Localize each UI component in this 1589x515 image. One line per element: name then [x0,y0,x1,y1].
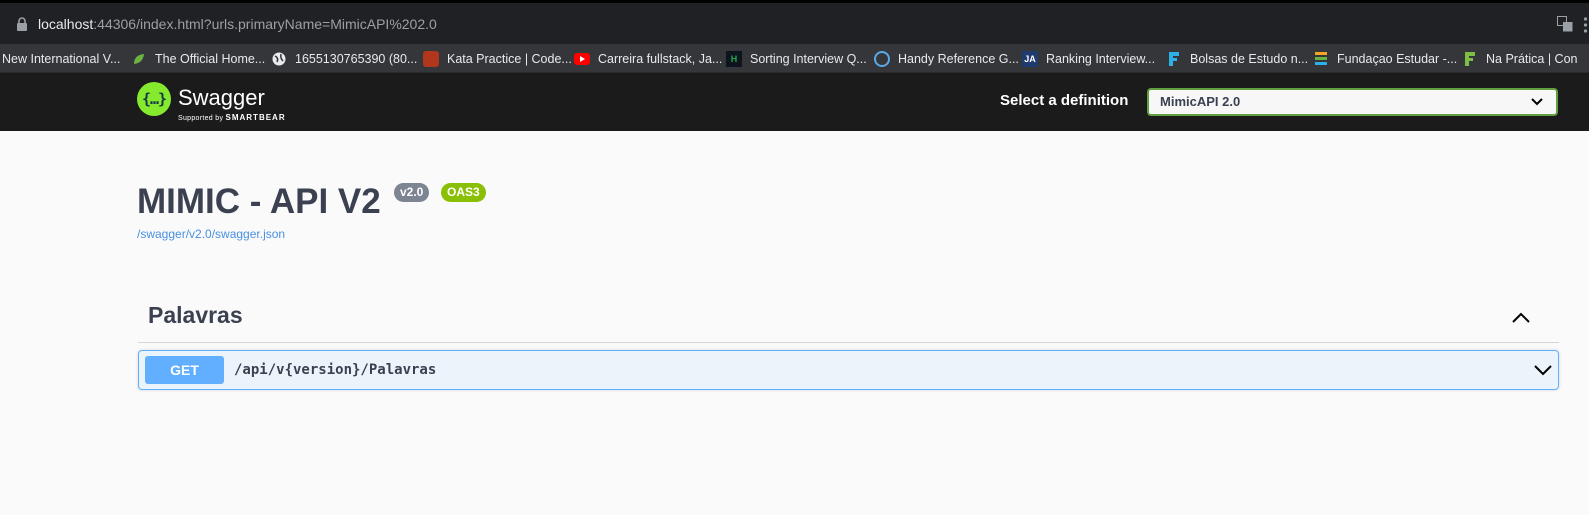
operation-path: /api/v{version}/Palavras [234,362,437,378]
http-method-badge: GET [145,356,224,384]
bookmark-label: New International V... [2,51,121,66]
bookmark-item[interactable]: Bolsas de Estudo n... [1166,44,1308,73]
spec-url-link[interactable]: /swagger/v2.0/swagger.json [137,227,285,241]
bookmark-item[interactable]: 1655130765390 (80... [271,44,417,73]
bookmark-item[interactable]: JA Ranking Interview... [1022,44,1155,73]
bookmarks-bar: New International V... The Official Home.… [0,44,1589,73]
bookmark-label: Na Prática | Con [1486,51,1578,66]
bookmark-item[interactable]: Carreira fullstack, Ja... [574,44,722,73]
chevron-down-icon [1531,98,1543,106]
bookmark-item[interactable]: Kata Practice | Code... [423,44,572,73]
lock-icon [17,17,27,31]
bookmark-label: Handy Reference G... [898,51,1019,66]
select-definition-label: Select a definition [1000,92,1129,109]
api-title: MIMIC - API V2 [137,182,381,221]
bookmark-label: 1655130765390 (80... [295,51,418,66]
globe-icon [271,51,287,67]
version-badge: v2.0 [394,183,430,202]
chevron-down-icon[interactable] [1534,365,1552,376]
oas-badge: OAS3 [441,183,486,202]
youtube-icon [574,51,590,67]
logo-subtext: Supported by SMARTBEAR [178,113,286,122]
bookmark-label: Kata Practice | Code... [447,51,572,66]
f-icon [1166,51,1182,67]
stripes-icon [1313,51,1329,67]
url-host: localhost [38,16,94,32]
chevron-up-icon[interactable] [1512,312,1530,323]
bookmark-item[interactable]: The Official Home... [131,44,265,73]
ja-icon: JA [1022,50,1038,67]
definition-select-value: MimicAPI 2.0 [1160,94,1241,109]
reference-icon [874,50,890,67]
bookmark-label: The Official Home... [155,51,266,66]
tag-name: Palavras [148,302,243,328]
definition-select[interactable]: MimicAPI 2.0 [1147,88,1558,116]
bookmark-item[interactable]: New International V... [2,44,120,73]
swagger-logo[interactable]: {…} Swagger Supported by SMARTBEAR [137,82,287,124]
f-icon [1462,51,1478,67]
bookmark-item[interactable]: Fundaçao Estudar -... [1313,44,1457,73]
operation-get-palavras[interactable]: GET /api/v{version}/Palavras [138,350,1559,390]
bookmark-label: Bolsas de Estudo n... [1190,51,1309,66]
tag-section-header[interactable]: Palavras [138,294,1559,343]
bookmark-label: Carreira fullstack, Ja... [598,51,723,66]
bookmark-label: Fundaçao Estudar -... [1337,51,1458,66]
swagger-topbar: {…} Swagger Supported by SMARTBEAR Selec… [0,73,1589,131]
url-path: :44306/index.html?urls.primaryName=Mimic… [93,16,437,32]
bookmark-label: Ranking Interview... [1046,51,1156,66]
bookmark-label: Sorting Interview Q... [750,51,867,66]
translate-icon[interactable] [1557,16,1573,32]
hackerrank-icon: H [726,50,742,67]
codewars-icon [423,50,439,67]
browser-address-bar[interactable]: localhost:44306/index.html?urls.primaryN… [0,0,1589,44]
browser-menu-icon[interactable] [1582,16,1589,34]
swagger-logo-icon: {…} [137,82,171,116]
spring-icon [131,51,147,67]
bookmark-item[interactable]: H Sorting Interview Q... [726,44,867,73]
bookmark-item[interactable]: Handy Reference G... [874,44,1019,73]
url-text[interactable]: localhost:44306/index.html?urls.primaryN… [38,16,437,32]
bookmark-item[interactable]: Na Prática | Con [1462,44,1577,73]
logo-text: Swagger [178,85,265,110]
